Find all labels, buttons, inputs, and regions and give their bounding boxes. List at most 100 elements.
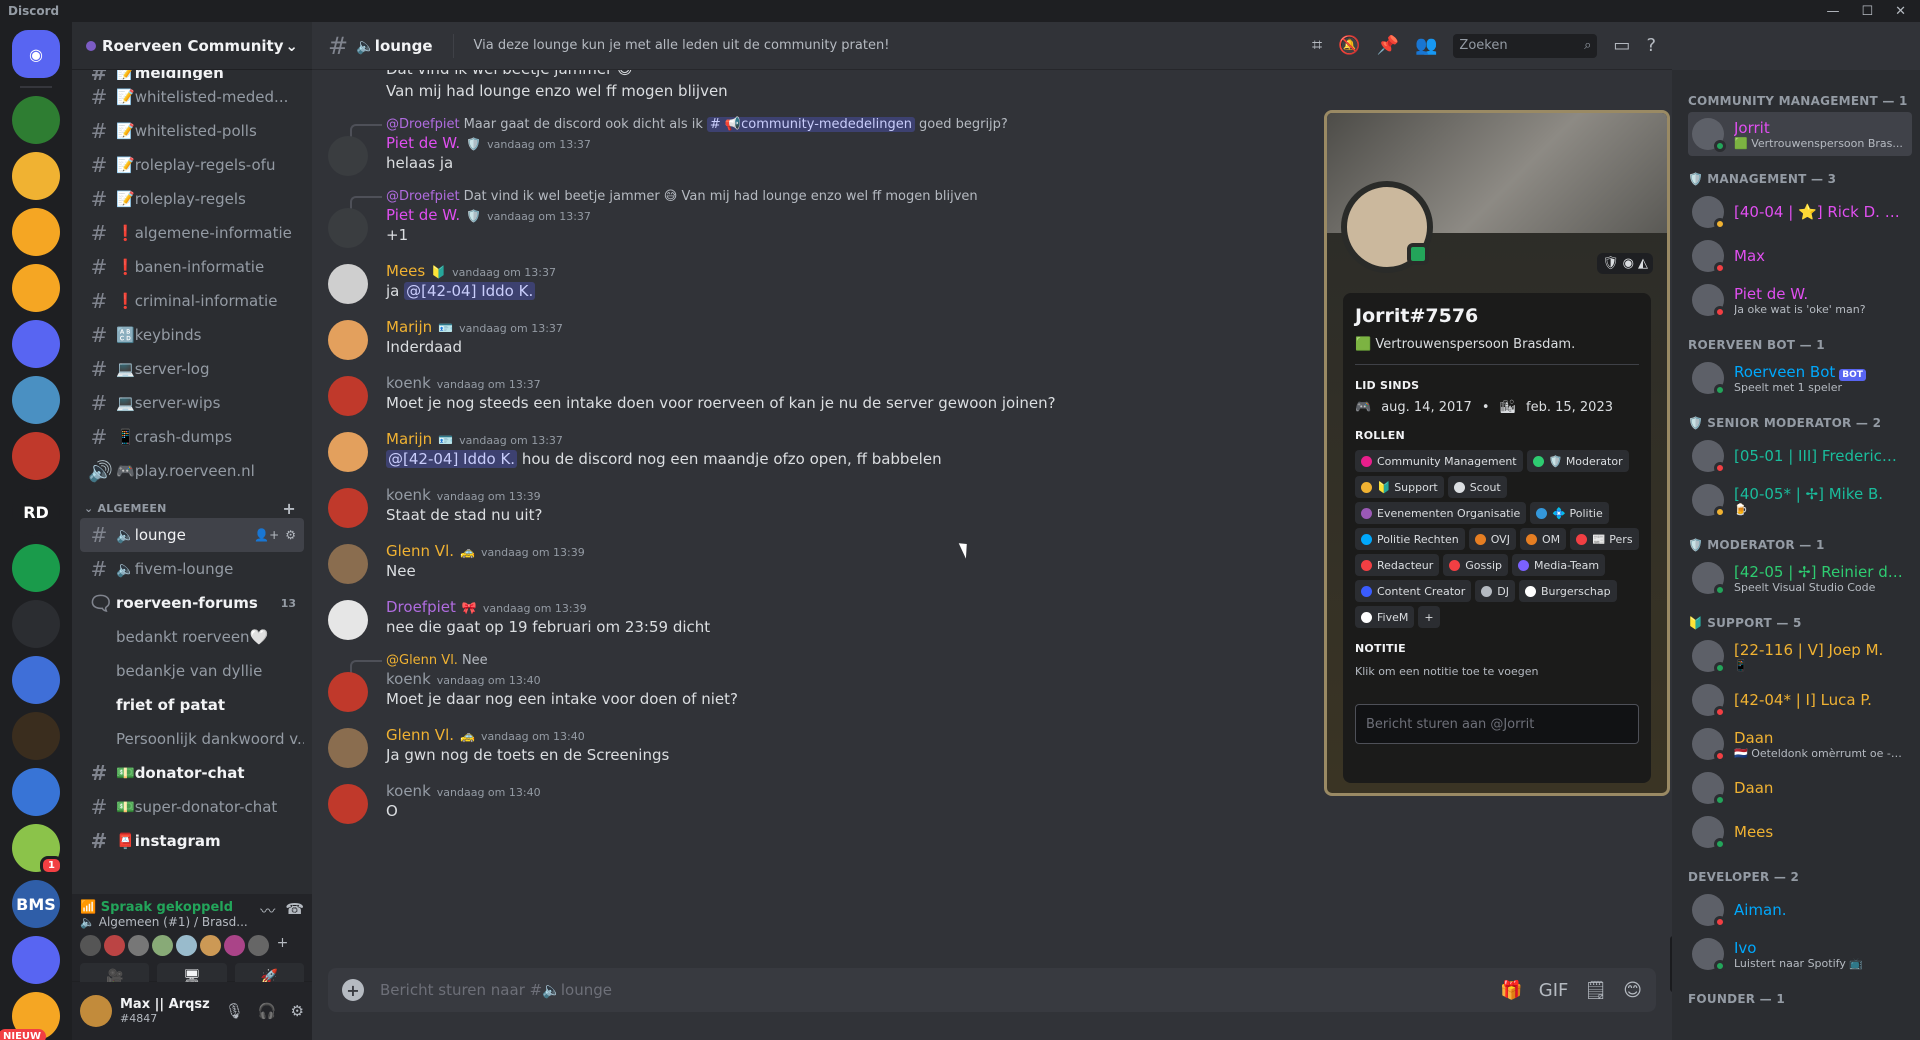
channel-bedankt-roerveen-[interactable]: bedankt roerveen🤍 bbox=[80, 620, 304, 654]
author-name[interactable]: Glenn Vl. bbox=[386, 726, 454, 744]
attach-plus-icon[interactable]: + bbox=[342, 979, 364, 1001]
inbox-icon[interactable]: ▭ bbox=[1613, 35, 1630, 56]
author-name[interactable]: Droefpiet bbox=[386, 598, 456, 616]
channel-crash-dumps[interactable]: # 📱 crash-dumps bbox=[80, 420, 304, 454]
user-mention[interactable]: @[42-04] Iddo K. bbox=[404, 282, 536, 300]
channel-friet-of-patat[interactable]: friet of patat bbox=[80, 688, 304, 722]
avatar[interactable] bbox=[328, 320, 368, 360]
gif-icon[interactable]: GIF bbox=[1539, 980, 1569, 1001]
avatar[interactable] bbox=[328, 208, 368, 248]
emoji-icon[interactable]: 😊 bbox=[1623, 980, 1642, 1001]
role-tag[interactable]: Evenementen Organisatie bbox=[1355, 502, 1527, 524]
avatar[interactable] bbox=[248, 935, 269, 956]
author-name[interactable]: koenk bbox=[386, 782, 431, 800]
avatar[interactable] bbox=[176, 935, 197, 956]
author-name[interactable]: koenk bbox=[386, 374, 431, 392]
member-item[interactable]: Jorrit 🟩 Vertrouwenspersoon Bras... bbox=[1688, 112, 1912, 156]
member-item[interactable]: [42-04* | I] Luca P. bbox=[1688, 678, 1912, 722]
category-algemeen[interactable]: ⌄ ALGEMEEN + bbox=[80, 488, 304, 518]
author-name[interactable]: Marijn bbox=[386, 318, 432, 336]
pepe-server-icon[interactable] bbox=[12, 96, 60, 144]
add-participant-icon[interactable]: + bbox=[272, 935, 293, 956]
avatar[interactable] bbox=[328, 488, 368, 528]
avatar[interactable] bbox=[328, 600, 368, 640]
role-tag[interactable]: Media-Team bbox=[1512, 554, 1606, 576]
avatar[interactable] bbox=[328, 728, 368, 768]
folder-icon[interactable] bbox=[12, 152, 60, 200]
search-input[interactable]: Zoeken ⌕ bbox=[1453, 33, 1598, 58]
avatar[interactable] bbox=[328, 264, 368, 304]
role-tag[interactable]: DJ bbox=[1475, 580, 1515, 602]
sticker-icon[interactable]: 🗒 bbox=[1584, 980, 1607, 1001]
author-name[interactable]: Marijn bbox=[386, 430, 432, 448]
pin-icon[interactable]: 📌 bbox=[1377, 35, 1399, 56]
cheese-server-icon-2[interactable] bbox=[12, 264, 60, 312]
channel-bedankje-van-dyllie[interactable]: bedankje van dyllie bbox=[80, 654, 304, 688]
bd-server-icon[interactable] bbox=[12, 544, 60, 592]
channel-banen-informatie[interactable]: # ❗ banen-informatie bbox=[80, 250, 304, 284]
channel-roerveen-forums[interactable]: 🗨 roerveen-forums 13 bbox=[80, 586, 304, 620]
cheese-server-icon[interactable] bbox=[12, 208, 60, 256]
folder-blue-icon[interactable] bbox=[12, 320, 60, 368]
user-mention[interactable]: @[42-04] Iddo K. bbox=[386, 450, 518, 468]
member-item[interactable]: Roerveen Bot BOT Speelt met 1 speler bbox=[1688, 356, 1912, 400]
nitro-badge-icon[interactable]: ◉ bbox=[1623, 256, 1634, 271]
reply-author[interactable]: @Droefpiet bbox=[386, 189, 460, 204]
member-item[interactable]: Daan bbox=[1688, 766, 1912, 810]
avatar[interactable] bbox=[328, 376, 368, 416]
gear-icon[interactable]: ⚙ bbox=[285, 528, 296, 542]
gear-icon[interactable]: ⚙ bbox=[291, 1002, 304, 1020]
channel-play-roerveen-nl[interactable]: 🔊 🎮 play.roerveen.nl bbox=[80, 454, 304, 488]
channel-whitelisted-meded-[interactable]: # 📝 whitelisted-meded... bbox=[80, 80, 304, 114]
microphone-icon[interactable]: 🎙 bbox=[225, 1002, 244, 1020]
porn-vision-server-icon[interactable] bbox=[12, 712, 60, 760]
bms-server-icon[interactable]: BMS bbox=[12, 880, 60, 928]
note-input[interactable]: Klik om een notitie toe te voegen bbox=[1355, 665, 1639, 678]
channel-server-wips[interactable]: # 💻 server-wips bbox=[80, 386, 304, 420]
member-item[interactable]: Ivo Luistert naar Spotify 📺 bbox=[1688, 932, 1912, 976]
avatar[interactable] bbox=[128, 935, 149, 956]
member-item[interactable]: Mees bbox=[1688, 810, 1912, 854]
role-tag[interactable]: Politie Rechten bbox=[1355, 528, 1465, 550]
avatar[interactable] bbox=[328, 136, 368, 176]
author-name[interactable]: Piet de W. bbox=[386, 134, 460, 152]
channel-super-donator-chat[interactable]: # 💵 super-donator-chat bbox=[80, 790, 304, 824]
channel-keybinds[interactable]: # 🔠 keybinds bbox=[80, 318, 304, 352]
help-icon[interactable]: ? bbox=[1646, 35, 1656, 56]
tcd-server-icon[interactable] bbox=[12, 656, 60, 704]
gift-icon[interactable]: 🎁 bbox=[1500, 980, 1522, 1001]
role-tag[interactable]: Content Creator bbox=[1355, 580, 1472, 602]
avatar[interactable] bbox=[328, 672, 368, 712]
avatar[interactable] bbox=[328, 544, 368, 584]
channel-fivem-lounge[interactable]: # 🔈 fivem-lounge bbox=[80, 552, 304, 586]
author-name[interactable]: Piet de W. bbox=[386, 206, 460, 224]
channel-whitelisted-polls[interactable]: # 📝 whitelisted-polls bbox=[80, 114, 304, 148]
channel-persoonlijk-dankwoord-v-[interactable]: Persoonlijk dankwoord v... bbox=[80, 722, 304, 756]
disconnect-icon[interactable]: ☎ bbox=[285, 900, 304, 921]
discord-logo-icon[interactable]: ◉ bbox=[12, 30, 60, 78]
author-name[interactable]: Glenn Vl. bbox=[386, 542, 454, 560]
author-name[interactable]: koenk bbox=[386, 670, 431, 688]
close-button[interactable]: ✕ bbox=[1895, 4, 1906, 19]
role-tag[interactable]: 🛡️ Moderator bbox=[1526, 450, 1629, 472]
moderator-badge-icon[interactable]: 🛡 bbox=[1602, 256, 1619, 271]
member-item[interactable]: Piet de W. Ja oke wat is 'oke' man? bbox=[1688, 278, 1912, 322]
channel-lounge[interactable]: # 🔈 lounge 👤+ ⚙ bbox=[80, 518, 304, 552]
role-tag[interactable]: OVJ bbox=[1468, 528, 1516, 550]
boost-badge-icon[interactable]: ◭ bbox=[1638, 256, 1648, 271]
headphones-icon[interactable]: 🎧 bbox=[258, 1002, 277, 1020]
author-name[interactable]: Mees bbox=[386, 262, 425, 280]
role-tag[interactable]: Burgerschap bbox=[1519, 580, 1617, 602]
avatar-server-icon[interactable] bbox=[12, 768, 60, 816]
role-tag[interactable]: FiveM bbox=[1355, 606, 1415, 628]
avatar[interactable] bbox=[1341, 181, 1433, 273]
noise-suppression-icon[interactable]: 〰 bbox=[260, 900, 275, 921]
channel-mention[interactable]: # 📢community-mededelingen bbox=[706, 116, 916, 132]
member-item[interactable]: Max bbox=[1688, 234, 1912, 278]
avatar[interactable] bbox=[328, 784, 368, 824]
avatar[interactable] bbox=[80, 995, 112, 1027]
channel-server-log[interactable]: # 💻 server-log bbox=[80, 352, 304, 386]
author-name[interactable]: koenk bbox=[386, 486, 431, 504]
mute-bell-icon[interactable]: 🔕 bbox=[1338, 35, 1360, 56]
member-item[interactable]: [05-01 | III] Frederick D. bbox=[1688, 434, 1912, 478]
